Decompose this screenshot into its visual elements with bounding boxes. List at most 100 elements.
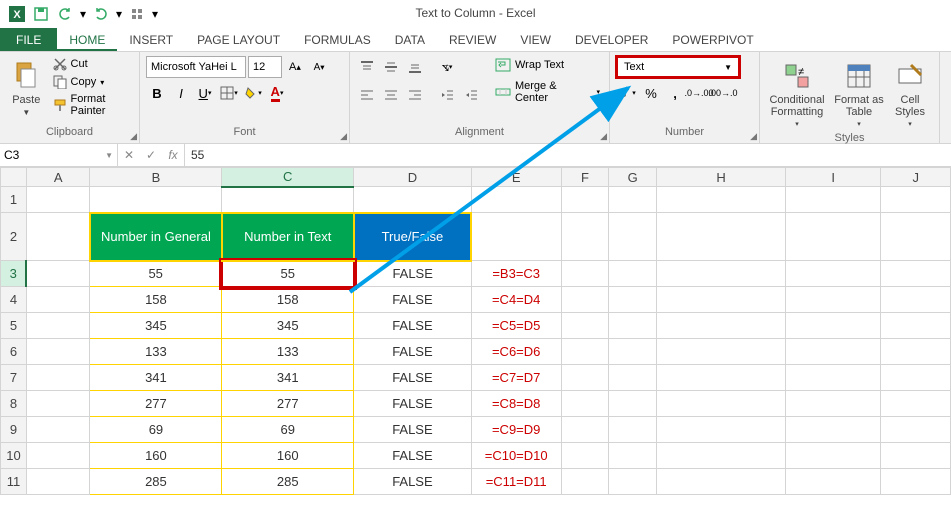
spreadsheet-grid[interactable]: A B C D E F G H I J 1 2 Number in Genera…	[0, 167, 951, 495]
row-header[interactable]: 10	[1, 443, 27, 469]
merge-center-button[interactable]: Merge & Center ▾	[492, 78, 603, 106]
paste-button[interactable]: Paste ▼	[6, 56, 47, 121]
undo-icon[interactable]	[54, 3, 76, 25]
cell[interactable]: FALSE	[354, 261, 472, 287]
underline-button[interactable]: U▾	[194, 82, 216, 104]
tab-review[interactable]: REVIEW	[437, 28, 508, 51]
percent-format-icon[interactable]: %	[640, 82, 662, 104]
cell[interactable]: 341	[222, 365, 354, 391]
wrap-text-button[interactable]: Wrap Text	[492, 56, 603, 74]
align-bottom-icon[interactable]	[404, 56, 426, 78]
cell[interactable]	[561, 417, 609, 443]
cell[interactable]	[561, 261, 609, 287]
row-header[interactable]: 9	[1, 417, 27, 443]
tab-view[interactable]: VIEW	[508, 28, 563, 51]
font-size-input[interactable]	[248, 56, 282, 78]
cell[interactable]	[561, 313, 609, 339]
border-button[interactable]: ▾	[218, 82, 240, 104]
align-right-icon[interactable]	[404, 84, 426, 106]
format-painter-button[interactable]: Format Painter	[51, 92, 133, 118]
cell[interactable]	[609, 287, 657, 313]
cell[interactable]	[786, 365, 881, 391]
redo-dropdown-icon[interactable]: ▾	[114, 3, 124, 25]
cell[interactable]	[786, 261, 881, 287]
cell[interactable]	[657, 469, 786, 495]
col-header[interactable]: I	[786, 168, 881, 187]
qat-customize-icon[interactable]: ▾	[150, 3, 160, 25]
cell[interactable]	[609, 339, 657, 365]
cell[interactable]	[561, 391, 609, 417]
bold-button[interactable]: B	[146, 82, 168, 104]
font-name-input[interactable]	[146, 56, 246, 78]
align-center-icon[interactable]	[380, 84, 402, 106]
alignment-launcher-icon[interactable]: ◢	[600, 131, 607, 142]
cell[interactable]: =C4=D4	[471, 287, 561, 313]
cell[interactable]: 285	[90, 469, 222, 495]
italic-button[interactable]: I	[170, 82, 192, 104]
tab-page-layout[interactable]: PAGE LAYOUT	[185, 28, 292, 51]
cell[interactable]	[26, 417, 90, 443]
cell[interactable]	[561, 469, 609, 495]
col-header[interactable]: C	[222, 168, 354, 187]
cell[interactable]: 277	[222, 391, 354, 417]
col-header[interactable]: B	[90, 168, 222, 187]
col-header[interactable]: A	[26, 168, 90, 187]
tab-file[interactable]: FILE	[0, 28, 57, 51]
cell[interactable]: =C9=D9	[471, 417, 561, 443]
cell[interactable]	[786, 313, 881, 339]
cell[interactable]	[609, 365, 657, 391]
cell[interactable]: FALSE	[354, 287, 472, 313]
cell[interactable]	[786, 339, 881, 365]
row-header[interactable]: 4	[1, 287, 27, 313]
accounting-format-icon[interactable]: $▾	[616, 82, 638, 104]
cell[interactable]	[26, 391, 90, 417]
number-launcher-icon[interactable]: ◢	[750, 131, 757, 142]
row-header[interactable]: 11	[1, 469, 27, 495]
cell[interactable]	[657, 339, 786, 365]
cell[interactable]	[881, 339, 951, 365]
qat-item-icon[interactable]	[126, 3, 148, 25]
cell[interactable]: 277	[90, 391, 222, 417]
cell[interactable]: 160	[90, 443, 222, 469]
row-header[interactable]: 6	[1, 339, 27, 365]
cell[interactable]	[609, 261, 657, 287]
cell[interactable]	[561, 339, 609, 365]
cell[interactable]	[26, 443, 90, 469]
row-header[interactable]: 3	[1, 261, 27, 287]
clipboard-launcher-icon[interactable]: ◢	[130, 131, 137, 142]
row-header[interactable]: 2	[1, 213, 27, 261]
undo-dropdown-icon[interactable]: ▾	[78, 3, 88, 25]
col-header[interactable]: E	[471, 168, 561, 187]
cell[interactable]	[786, 417, 881, 443]
cell[interactable]: =C10=D10	[471, 443, 561, 469]
cell[interactable]: 285	[222, 469, 354, 495]
comma-format-icon[interactable]: ,	[664, 82, 686, 104]
cell[interactable]	[609, 417, 657, 443]
cell[interactable]	[881, 417, 951, 443]
header-cell[interactable]: True/False	[354, 213, 472, 261]
cell[interactable]	[786, 469, 881, 495]
copy-button[interactable]: Copy ▾	[51, 74, 133, 90]
cell[interactable]	[26, 365, 90, 391]
cell[interactable]	[26, 339, 90, 365]
cell[interactable]: =C5=D5	[471, 313, 561, 339]
fx-icon[interactable]: fx	[162, 144, 184, 166]
grow-font-icon[interactable]: A▴	[284, 56, 306, 78]
col-header[interactable]: F	[561, 168, 609, 187]
cell[interactable]: FALSE	[354, 443, 472, 469]
col-header[interactable]: D	[354, 168, 472, 187]
cell[interactable]: FALSE	[354, 365, 472, 391]
col-header[interactable]: H	[657, 168, 786, 187]
cell[interactable]: FALSE	[354, 313, 472, 339]
cell[interactable]: 69	[222, 417, 354, 443]
cell[interactable]: FALSE	[354, 391, 472, 417]
cell[interactable]	[609, 313, 657, 339]
enter-formula-icon[interactable]: ✓	[140, 144, 162, 166]
cell[interactable]	[881, 365, 951, 391]
increase-decimal-icon[interactable]: .0→.00	[688, 82, 710, 104]
align-middle-icon[interactable]	[380, 56, 402, 78]
cell[interactable]: FALSE	[354, 469, 472, 495]
cell[interactable]: 341	[90, 365, 222, 391]
cell[interactable]	[561, 365, 609, 391]
cell[interactable]	[657, 287, 786, 313]
